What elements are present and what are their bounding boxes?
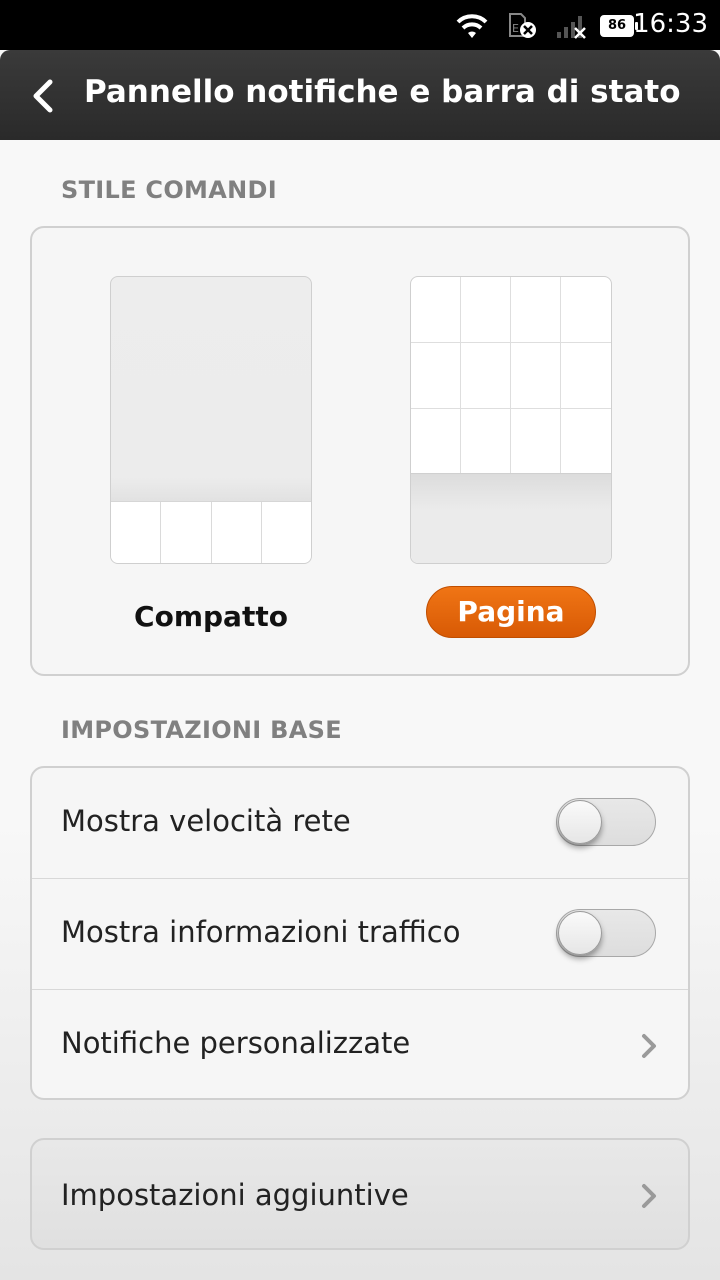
setting-label: Mostra velocità rete bbox=[61, 804, 351, 838]
option-page-selected[interactable]: Pagina bbox=[426, 586, 596, 638]
sim-disabled-icon: E bbox=[509, 13, 536, 38]
toggle-knob bbox=[558, 800, 602, 844]
section-title-control-style: STILE COMANDI bbox=[61, 176, 277, 204]
svg-text:E: E bbox=[512, 22, 519, 35]
status-bar: E 86 16:33 bbox=[0, 0, 720, 50]
page-preview[interactable] bbox=[410, 276, 612, 564]
page-preview-grid bbox=[411, 277, 611, 475]
clock: 16:33 bbox=[633, 9, 708, 39]
title-bar: Pannello notifiche e barra di stato bbox=[0, 50, 720, 140]
chevron-right-icon bbox=[642, 1034, 656, 1058]
setting-row-traffic-info[interactable]: Mostra informazioni traffico bbox=[32, 878, 688, 989]
battery-level: 86 bbox=[607, 18, 627, 33]
option-compact[interactable]: Compatto bbox=[110, 600, 312, 633]
back-button[interactable] bbox=[22, 68, 72, 124]
setting-label: Notifiche personalizzate bbox=[61, 1026, 411, 1060]
extra-settings-label: Impostazioni aggiuntive bbox=[61, 1178, 409, 1212]
compact-preview[interactable] bbox=[110, 276, 312, 564]
page-title: Pannello notifiche e barra di stato bbox=[84, 74, 681, 110]
page-preview-notifications bbox=[411, 473, 611, 563]
signal-no-service-icon bbox=[557, 16, 586, 39]
chevron-right-icon bbox=[642, 1184, 656, 1208]
chevron-left-icon bbox=[33, 79, 53, 113]
toggle-knob bbox=[558, 911, 602, 955]
section-title-basic-settings: IMPOSTAZIONI BASE bbox=[61, 716, 342, 744]
setting-label: Mostra informazioni traffico bbox=[61, 915, 461, 949]
basic-settings-card: Mostra velocità rete Mostra informazioni… bbox=[30, 766, 690, 1100]
extra-settings-row[interactable]: Impostazioni aggiuntive bbox=[30, 1138, 690, 1250]
compact-preview-toggles bbox=[111, 501, 311, 563]
setting-row-network-speed[interactable]: Mostra velocità rete bbox=[32, 768, 688, 879]
network-speed-toggle[interactable] bbox=[556, 798, 656, 846]
setting-row-custom-notifications[interactable]: Notifiche personalizzate bbox=[32, 989, 688, 1098]
traffic-info-toggle[interactable] bbox=[556, 909, 656, 957]
control-style-card: Compatto Pagina bbox=[30, 226, 690, 676]
wifi-icon bbox=[456, 14, 488, 38]
battery-icon: 86 bbox=[600, 15, 638, 37]
